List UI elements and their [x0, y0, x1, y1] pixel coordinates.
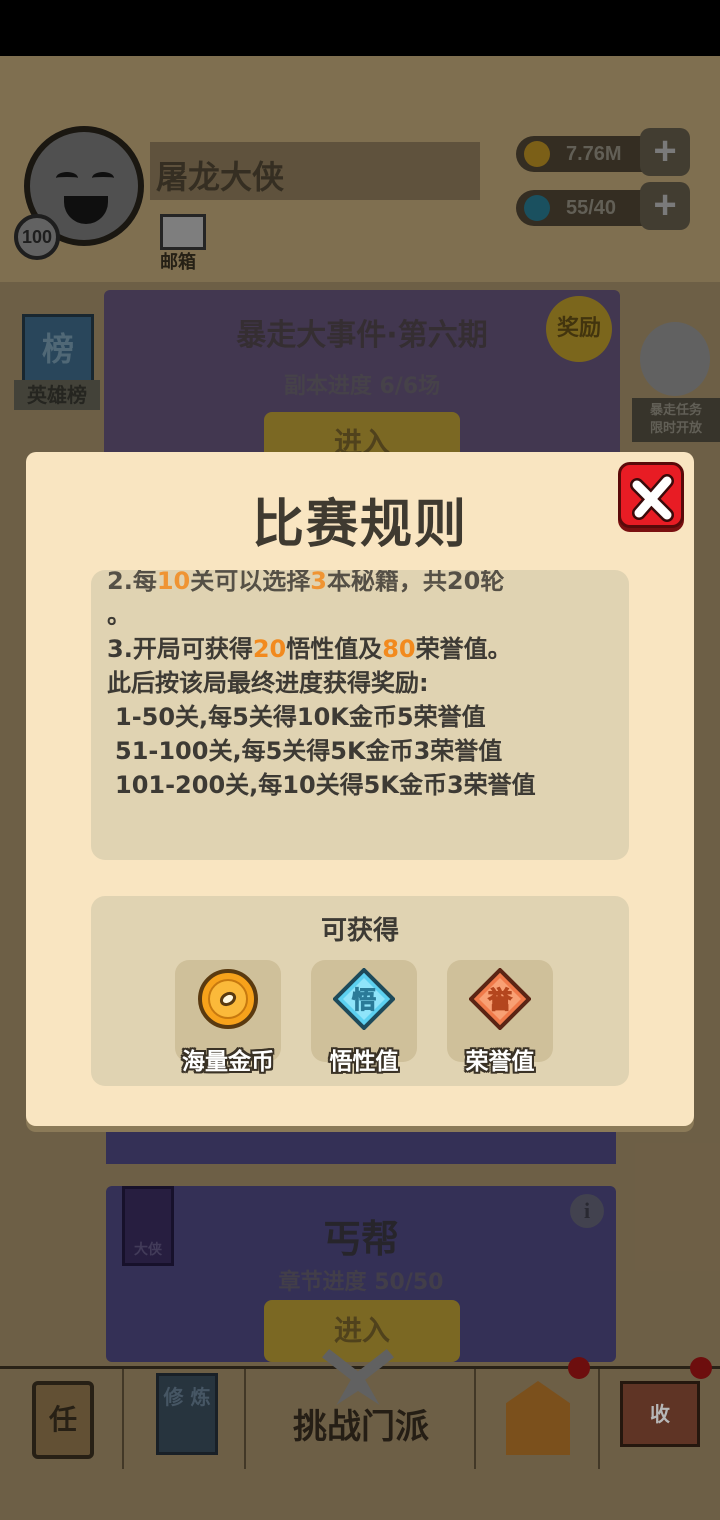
honor-diamond-icon: 誉 [469, 968, 531, 1030]
status-bar [0, 0, 720, 56]
gold-coin-icon [198, 969, 258, 1029]
rewards-panel: 可获得 海量金币 悟 悟性值 誉 荣誉值 [91, 896, 629, 1086]
close-x-icon [630, 474, 674, 522]
rewards-heading: 可获得 [320, 916, 399, 946]
reward-label: 海量金币 [182, 1049, 274, 1075]
rules-tier-2: 51-100关,每5关得5K金币3荣誉值 [115, 737, 503, 765]
rules-tier-3: 101-200关,每10关得5K金币3荣誉值 [115, 771, 536, 799]
rules-line-2-end: 。 [107, 601, 131, 629]
reward-insight[interactable]: 悟 悟性值 [311, 960, 417, 1075]
rules-modal: 比赛规则 2.每10关可以选择3本秘籍，共20轮 。 3.开局可获得20悟性值及… [26, 452, 694, 1126]
svg-text:悟: 悟 [352, 986, 376, 1014]
modal-title: 比赛规则 [251, 495, 468, 555]
rules-line-4: 此后按该局最终进度获得奖励: [107, 669, 429, 697]
rules-line-3: 3.开局可获得20悟性值及80荣誉值。 [107, 635, 512, 663]
reward-label: 悟性值 [329, 1049, 399, 1075]
rules-text-panel[interactable]: 2.每10关可以选择3本秘籍，共20轮 。 3.开局可获得20悟性值及80荣誉值… [91, 570, 629, 860]
close-button[interactable] [618, 462, 684, 528]
svg-text:誉: 誉 [488, 986, 513, 1014]
rules-line-2: 2.每10关可以选择3本秘籍，共20轮 [107, 570, 505, 595]
rules-tier-1: 1-50关,每5关得10K金币5荣誉值 [115, 703, 486, 731]
insight-diamond-icon: 悟 [333, 968, 395, 1030]
rules-text: 2.每10关可以选择3本秘籍，共20轮 。 3.开局可获得20悟性值及80荣誉值… [107, 570, 621, 802]
reward-honor[interactable]: 誉 荣誉值 [447, 960, 553, 1075]
reward-gold[interactable]: 海量金币 [175, 960, 281, 1075]
reward-label: 荣誉值 [465, 1049, 535, 1075]
